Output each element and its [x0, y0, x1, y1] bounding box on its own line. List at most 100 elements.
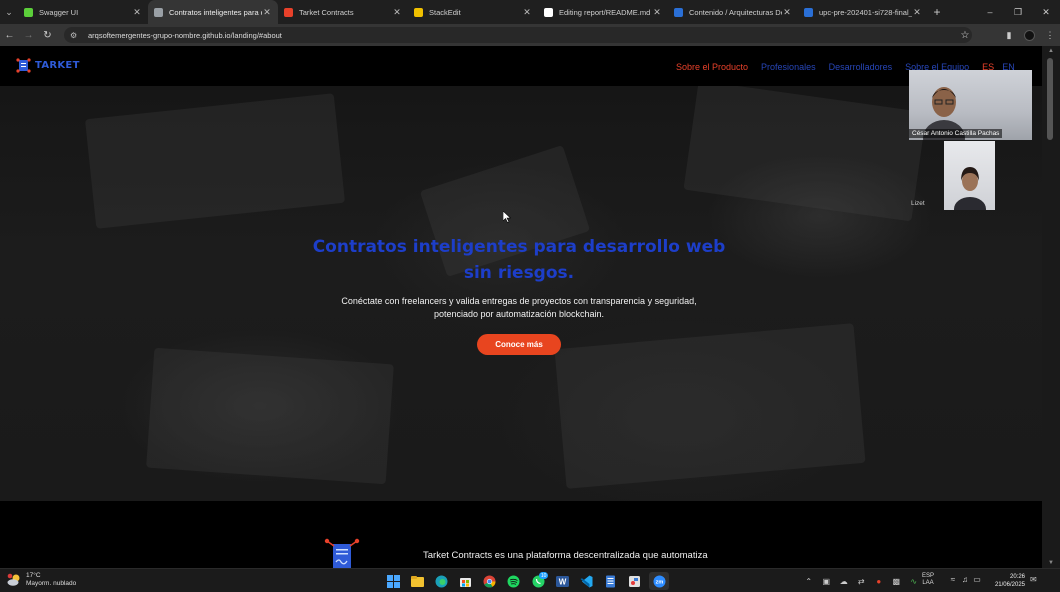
tray-chart-icon[interactable]: ▩ — [888, 577, 906, 586]
hero-title: Contratos inteligentes para desarrollo w… — [312, 237, 726, 283]
about-text: Tarket Contracts es una plataforma desce… — [423, 550, 708, 561]
clock-time: 20:26 — [1009, 574, 1025, 580]
tab-title: Swagger UI — [39, 7, 79, 17]
scroll-thumb[interactable] — [1047, 58, 1053, 140]
windows-taskbar: 17°C Mayorm. nublado 10 W zm ⌃ ▣ ☁ ⇄ ● ▩… — [0, 568, 1060, 592]
chrome-icon[interactable] — [480, 572, 500, 590]
tab-title: StackEdit — [429, 7, 461, 17]
notepad-icon[interactable] — [601, 572, 621, 590]
tarket-logo[interactable]: TARKET — [16, 58, 80, 73]
url-text[interactable]: arqsoftemergentes-grupo-nombre.github.io… — [88, 31, 958, 40]
browser-menu-icon[interactable]: ⋮ — [1040, 24, 1060, 46]
svg-text:W: W — [559, 577, 567, 586]
whatsapp-badge: 10 — [539, 572, 549, 579]
browser-tab[interactable]: StackEdit ✕ — [408, 0, 538, 24]
extensions-icon[interactable]: ▮ — [999, 24, 1019, 46]
close-window-icon[interactable]: ✕ — [1032, 0, 1060, 24]
site-info-icon[interactable]: ⚙ — [70, 31, 80, 40]
notifications-icon[interactable]: ✉ — [1030, 575, 1037, 584]
conoce-mas-button[interactable]: Conoce más — [477, 334, 561, 355]
vscode-icon[interactable] — [577, 572, 597, 590]
show-hidden-icons-icon[interactable]: ⌃ — [800, 577, 818, 586]
weather-temp: 17°C — [26, 572, 41, 579]
quick-settings[interactable]: ≈ ♫ ▭ — [947, 575, 983, 584]
window-controls: – ❐ ✕ — [976, 0, 1060, 24]
contract-icon — [324, 538, 360, 568]
address-bar[interactable]: ⚙ arqsoftemergentes-grupo-nombre.github.… — [64, 27, 972, 43]
github-icon — [544, 7, 553, 17]
swagger-icon — [24, 7, 33, 17]
reload-icon[interactable]: ↻ — [38, 24, 57, 46]
hero-background — [0, 80, 1042, 501]
nav-sobre-el-producto[interactable]: Sobre el Producto — [676, 62, 748, 72]
file-explorer-icon[interactable] — [407, 572, 427, 590]
blackboard-icon — [804, 7, 813, 17]
store-icon[interactable] — [456, 572, 476, 590]
participant1-name: César Antonio Castilla Pachas — [909, 129, 1003, 138]
browser-tab[interactable]: Contenido / Arquitecturas De ✕ — [668, 0, 798, 24]
browser-tab[interactable]: Editing report/README.md at ✕ — [538, 0, 668, 24]
close-tab-icon[interactable]: ✕ — [912, 7, 922, 18]
language-code: ESP — [922, 573, 935, 579]
browser-tab[interactable]: Tarket Contracts ✕ — [278, 0, 408, 24]
blackboard-icon — [674, 7, 683, 17]
browser-tab[interactable]: Contratos inteligentes para des✕ — [148, 0, 278, 24]
svg-text:zm: zm — [655, 579, 663, 585]
close-tab-icon[interactable]: ✕ — [392, 7, 402, 18]
globe-icon — [154, 7, 163, 17]
scroll-down-icon[interactable]: ▼ — [1046, 560, 1056, 566]
whatsapp-icon[interactable]: 10 — [528, 572, 549, 590]
volume-icon: ♫ — [962, 575, 968, 584]
tab-search-icon[interactable]: ⌄ — [0, 0, 18, 24]
scroll-up-icon[interactable]: ▲ — [1046, 48, 1056, 54]
edge-icon[interactable] — [431, 572, 451, 590]
battery-icon: ▭ — [973, 575, 981, 584]
spotify-icon[interactable] — [504, 572, 524, 590]
cloudy-weather-icon — [7, 573, 20, 586]
taskbar-clock[interactable]: 20:26 21/06/2025 — [991, 573, 1025, 589]
tray-settings-icon[interactable]: ⇄ — [853, 577, 871, 586]
back-icon[interactable]: ← — [0, 24, 19, 46]
wifi-icon: ≈ — [950, 575, 956, 584]
close-tab-icon[interactable]: ✕ — [262, 7, 272, 18]
zoom-icon[interactable]: zm — [649, 572, 670, 590]
tray-app-icon[interactable]: ▣ — [818, 577, 836, 586]
nav-profesionales[interactable]: Profesionales — [761, 62, 816, 72]
browser-toolbar: ← → ↻ ⚙ arqsoftemergentes-grupo-nombre.g… — [0, 24, 1060, 46]
restore-icon[interactable]: ❐ — [1004, 0, 1032, 24]
video-tile-participant1[interactable]: César Antonio Castilla Pachas — [909, 70, 1032, 140]
participant2-name: Lizet — [911, 200, 925, 207]
clock-date: 21/06/2025 — [994, 582, 1025, 588]
hero-subtitle: Conéctate con freelancers y valida entre… — [341, 296, 697, 319]
bookmark-star-icon[interactable]: ☆ — [958, 30, 972, 41]
browser-tab[interactable]: upc-pre-202401-si728-final_p ✕ — [798, 0, 928, 24]
page-viewport: TARKET Sobre el Producto Profesionales D… — [0, 46, 1060, 568]
tarket-icon — [284, 7, 293, 17]
onedrive-icon[interactable]: ☁ — [835, 577, 853, 586]
profile-avatar[interactable] — [1024, 29, 1035, 41]
snipping-icon[interactable] — [625, 572, 645, 590]
mouse-cursor-icon — [503, 211, 511, 223]
close-tab-icon[interactable]: ✕ — [132, 7, 142, 18]
logo-text: TARKET — [35, 60, 80, 71]
tab-title: upc-pre-202401-si728-final_p — [819, 7, 912, 17]
close-tab-icon[interactable]: ✕ — [652, 7, 662, 18]
close-tab-icon[interactable]: ✕ — [782, 7, 792, 18]
tarket-logo-icon — [16, 58, 31, 73]
video-tile-participant2[interactable] — [944, 141, 995, 210]
language-indicator[interactable]: ESP LAA — [922, 573, 934, 587]
browser-tab[interactable]: Swagger UI ✕ — [18, 0, 148, 24]
forward-icon[interactable]: → — [19, 24, 38, 46]
tray-red-app-icon[interactable]: ● — [870, 577, 888, 586]
minimize-icon[interactable]: – — [976, 0, 1004, 24]
weather-widget[interactable]: 17°C Mayorm. nublado — [7, 572, 76, 588]
close-tab-icon[interactable]: ✕ — [522, 7, 532, 18]
stackedit-icon — [414, 7, 423, 17]
nav-desarrolladores[interactable]: Desarrolladores — [829, 62, 893, 72]
tray-network-app-icon[interactable]: ∿ — [905, 577, 923, 586]
new-tab-button[interactable]: + — [928, 5, 946, 19]
page-scrollbar[interactable]: ▲ ▼ — [1042, 46, 1060, 568]
participant2-video — [954, 167, 986, 210]
word-icon[interactable]: W — [552, 572, 572, 590]
windows-start-icon[interactable] — [383, 572, 403, 590]
